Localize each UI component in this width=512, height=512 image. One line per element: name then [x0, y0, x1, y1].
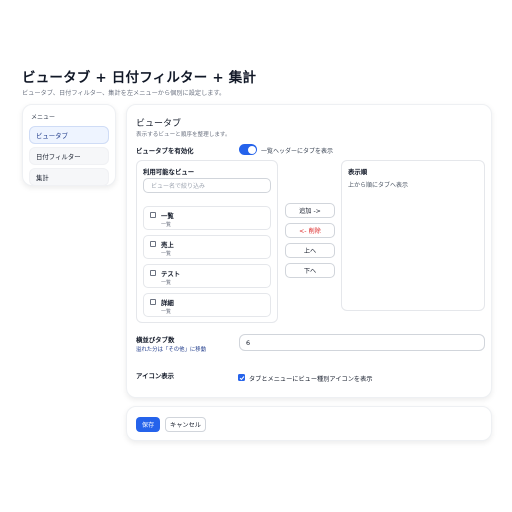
toggle-description: 一覧ヘッダーにタブを表示 — [261, 148, 334, 155]
page-title: ビュータブ + 日付フィルター + 集計 — [22, 70, 257, 86]
sidebar-item-label: 集計 — [36, 173, 49, 182]
view-checkbox[interactable] — [150, 270, 156, 276]
view-list-item[interactable]: 詳細 一覧 — [143, 293, 271, 317]
display-order-title: 表示順 — [348, 168, 368, 176]
view-type: 一覧 — [161, 251, 172, 257]
icon-display-checkbox-label: タブとメニューにビュー種別アイコンを表示 — [249, 376, 373, 383]
available-views-title: 利用可能なビュー — [143, 168, 195, 176]
sidebar-heading: メニュー — [31, 114, 56, 121]
sidebar-item-label: ビュータブ — [36, 131, 68, 140]
view-type: 一覧 — [161, 309, 172, 315]
sidebar-item-view-tabs[interactable]: ビュータブ — [29, 126, 109, 144]
remove-view-button[interactable]: <- 削除 — [285, 223, 335, 238]
tab-count-label: 横並びタブ数 — [136, 336, 175, 344]
view-name: 売上 — [161, 241, 174, 249]
check-icon — [239, 375, 244, 380]
view-list-item[interactable]: 一覧 一覧 — [143, 206, 271, 230]
view-list-item[interactable]: テスト 一覧 — [143, 264, 271, 288]
view-checkbox[interactable] — [150, 299, 156, 305]
view-search-input[interactable]: ビュー名で絞り込み — [143, 178, 271, 193]
display-order-hint: 上から順にタブへ表示 — [348, 182, 409, 189]
view-checkbox[interactable] — [150, 212, 156, 218]
section-description: 表示するビューと順序を整理します。 — [136, 132, 231, 138]
view-search-placeholder: ビュー名で絞り込み — [151, 183, 206, 190]
sidebar-item-aggregation[interactable]: 集計 — [29, 168, 109, 186]
view-name: テスト — [161, 270, 181, 278]
icon-display-label: アイコン表示 — [136, 372, 175, 380]
page-subtitle: ビュータブ、日付フィルター、集計を左メニューから個別に設定します。 — [22, 90, 226, 97]
move-down-button[interactable]: 下へ — [285, 263, 335, 278]
view-name: 一覧 — [161, 212, 174, 220]
add-view-button[interactable]: 追加 -> — [285, 203, 335, 218]
save-button[interactable]: 保存 — [136, 417, 160, 432]
toggle-knob — [247, 145, 256, 154]
view-name: 詳細 — [161, 299, 174, 307]
icon-display-checkbox[interactable] — [238, 374, 245, 381]
display-order-panel: 表示順 上から順にタブへ表示 — [341, 160, 485, 311]
tab-count-input[interactable]: 6 — [239, 334, 485, 351]
view-type: 一覧 — [161, 280, 172, 286]
view-checkbox[interactable] — [150, 241, 156, 247]
enable-view-tabs-toggle[interactable] — [239, 144, 257, 155]
view-type: 一覧 — [161, 222, 172, 228]
view-list-item[interactable]: 売上 一覧 — [143, 235, 271, 259]
available-views-panel: 利用可能なビュー ビュー名で絞り込み 一覧 一覧 売上 一覧 テスト 一覧 詳細… — [136, 160, 278, 323]
tab-count-value: 6 — [246, 338, 251, 347]
tab-overflow-note: 溢れた分は「その他」に移動 — [136, 347, 207, 353]
enable-view-tabs-label: ビュータブを有効化 — [136, 147, 194, 155]
form-actions-bar: 保存 キャンセル — [126, 406, 492, 441]
move-up-button[interactable]: 上へ — [285, 243, 335, 258]
sidebar-item-date-filter[interactable]: 日付フィルター — [29, 147, 109, 165]
sidebar-menu: メニュー ビュータブ 日付フィルター 集計 — [22, 104, 116, 186]
section-title: ビュータブ — [136, 119, 182, 129]
view-tab-settings-card: ビュータブ 表示するビューと順序を整理します。 ビュータブを有効化 一覧ヘッダー… — [126, 104, 492, 398]
sidebar-item-label: 日付フィルター — [36, 152, 81, 161]
cancel-button[interactable]: キャンセル — [165, 417, 206, 432]
